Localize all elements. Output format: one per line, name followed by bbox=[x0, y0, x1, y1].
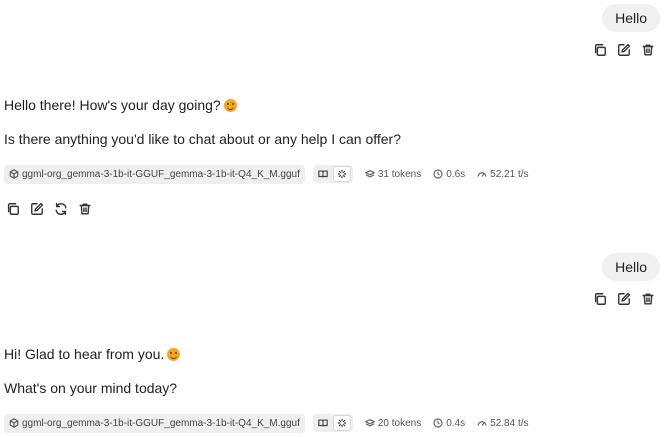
assistant-message: Hello there! How's your day going? Is th… bbox=[4, 96, 660, 218]
assistant-paragraph: Hello there! How's your day going? bbox=[4, 96, 660, 114]
user-message-actions bbox=[591, 41, 657, 59]
sparkle-icon[interactable] bbox=[332, 166, 351, 182]
edit-icon[interactable] bbox=[615, 41, 633, 59]
refresh-icon[interactable] bbox=[52, 200, 70, 218]
model-badge[interactable]: ggml-org_gemma-3-1b-it-GGUF_gemma-3-1b-i… bbox=[4, 413, 305, 433]
copy-icon[interactable] bbox=[591, 290, 609, 308]
user-message-actions bbox=[591, 290, 657, 308]
trash-icon[interactable] bbox=[639, 290, 657, 308]
view-mode-toggle bbox=[312, 165, 353, 183]
assistant-message-actions bbox=[4, 200, 660, 218]
generation-time: 0.6s bbox=[433, 169, 465, 180]
layers-icon bbox=[364, 170, 375, 178]
book-icon[interactable] bbox=[315, 167, 331, 181]
copy-icon[interactable] bbox=[591, 41, 609, 59]
generation-speed: 52.84 t/s bbox=[477, 418, 529, 429]
assistant-paragraph: Hi! Glad to hear from you. bbox=[4, 345, 660, 363]
message-metadata: ggml-org_gemma-3-1b-it-GGUF_gemma-3-1b-i… bbox=[4, 164, 660, 184]
edit-icon[interactable] bbox=[615, 290, 633, 308]
trash-icon[interactable] bbox=[639, 41, 657, 59]
user-message: Hello bbox=[591, 253, 660, 308]
view-mode-toggle bbox=[312, 414, 353, 432]
gauge-icon bbox=[477, 421, 487, 426]
trash-icon[interactable] bbox=[76, 200, 94, 218]
assistant-paragraph: Is there anything you'd like to chat abo… bbox=[4, 131, 402, 147]
clock-icon bbox=[433, 418, 443, 428]
user-message-bubble: Hello bbox=[602, 253, 660, 281]
assistant-paragraph: What's on your mind today? bbox=[4, 380, 178, 396]
smiling-face-emoji bbox=[167, 348, 181, 361]
generation-time: 0.4s bbox=[433, 418, 465, 429]
message-metadata: ggml-org_gemma-3-1b-it-GGUF_gemma-3-1b-i… bbox=[4, 413, 660, 433]
assistant-message: Hi! Glad to hear from you. What's on you… bbox=[4, 345, 660, 433]
token-count: 20 tokens bbox=[364, 418, 421, 429]
chat-page: Hello Hello there! How's your day going?… bbox=[0, 0, 664, 437]
edit-icon[interactable] bbox=[28, 200, 46, 218]
generation-speed: 52.21 t/s bbox=[477, 169, 529, 180]
user-message-bubble: Hello bbox=[602, 4, 660, 32]
user-message: Hello bbox=[591, 4, 660, 59]
layers-icon bbox=[364, 419, 375, 427]
token-count: 31 tokens bbox=[364, 169, 421, 180]
gauge-icon bbox=[477, 172, 487, 177]
copy-icon[interactable] bbox=[4, 200, 22, 218]
package-icon bbox=[9, 169, 19, 179]
smiling-face-emoji bbox=[223, 99, 237, 112]
package-icon bbox=[9, 418, 19, 428]
sparkle-icon[interactable] bbox=[332, 415, 351, 431]
model-badge[interactable]: ggml-org_gemma-3-1b-it-GGUF_gemma-3-1b-i… bbox=[4, 164, 305, 184]
book-icon[interactable] bbox=[315, 416, 331, 430]
clock-icon bbox=[433, 169, 443, 179]
